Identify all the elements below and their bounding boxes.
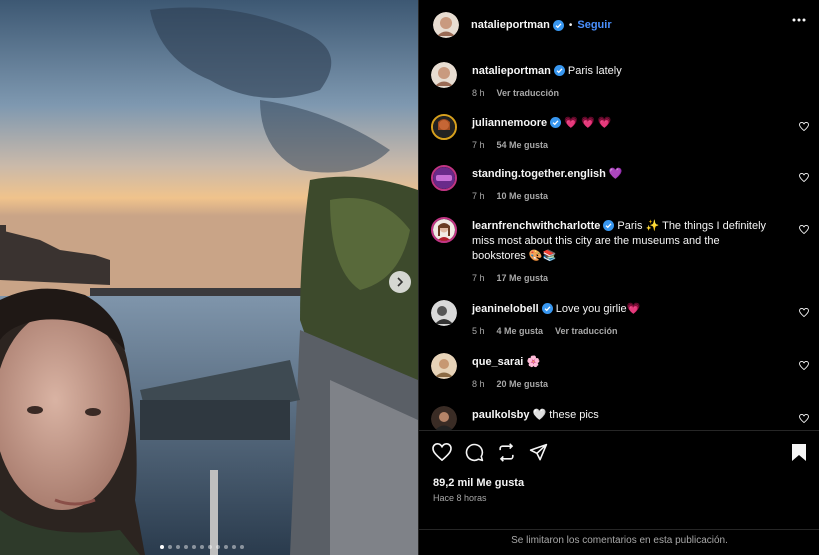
follow-button[interactable]: Seguir <box>577 19 611 31</box>
comment-meta: 7 h 54 Me gusta <box>472 138 772 153</box>
comment-username[interactable]: standing.together.english <box>472 168 606 180</box>
chevron-right-icon <box>397 277 404 287</box>
more-options-icon[interactable] <box>792 18 806 22</box>
comment-time: 5 h <box>472 326 485 336</box>
author-avatar[interactable] <box>433 12 459 38</box>
commenter-avatar[interactable] <box>431 114 457 140</box>
carousel-dot <box>240 545 244 549</box>
comment-username[interactable]: jeaninelobell <box>472 303 539 315</box>
comment-time: 7 h <box>472 191 485 201</box>
carousel-dots <box>160 545 244 549</box>
comment-meta: 7 h 10 Me gusta <box>472 189 772 204</box>
carousel-dot <box>192 545 196 549</box>
caption-text: Paris lately <box>567 65 622 77</box>
comment-text: 🌸 <box>526 356 541 368</box>
comment-text: 💜 <box>608 168 623 180</box>
next-slide-button[interactable] <box>389 271 411 293</box>
bookmark-icon[interactable] <box>791 443 807 462</box>
action-icons <box>432 443 548 462</box>
heart-icon[interactable] <box>799 414 809 423</box>
verified-badge-icon <box>603 220 615 231</box>
carousel-dot <box>232 545 236 549</box>
carousel-dot <box>168 545 172 549</box>
comment-meta: 8 h 20 Me gusta <box>472 377 772 392</box>
post-header: natalieportman • Seguir <box>419 0 819 50</box>
paris-seine-photo <box>0 0 418 555</box>
heart-icon[interactable] <box>799 361 809 370</box>
commenter-avatar[interactable] <box>431 217 457 243</box>
carousel-dot <box>224 545 228 549</box>
post-actions: 89,2 mil Me gusta Hace 8 horas Se limita… <box>419 430 819 555</box>
comment-likes[interactable]: 10 Me gusta <box>497 189 549 204</box>
caption-meta: 8 h Ver traducción <box>472 86 772 101</box>
verified-badge-icon <box>553 65 565 76</box>
caption-avatar[interactable] <box>431 62 457 88</box>
like-count[interactable]: 89,2 mil Me gusta <box>433 477 524 489</box>
heart-icon[interactable] <box>799 173 809 182</box>
carousel-dot <box>200 545 204 549</box>
comment-time: 7 h <box>472 140 485 150</box>
comment-meta: 5 h 4 Me gusta Ver traducción <box>472 324 772 339</box>
header-separator: • <box>568 19 573 31</box>
translate-link[interactable]: Ver traducción <box>497 86 560 101</box>
carousel-dot <box>160 545 164 549</box>
caption-username[interactable]: natalieportman <box>472 65 551 77</box>
comment-icon[interactable] <box>465 443 484 462</box>
carousel-dot <box>216 545 220 549</box>
verified-badge-icon <box>552 19 564 31</box>
heart-icon[interactable] <box>799 225 809 234</box>
comment-likes[interactable]: 20 Me gusta <box>497 377 549 392</box>
post-photo[interactable] <box>0 0 418 555</box>
commenter-avatar[interactable] <box>431 406 457 430</box>
verified-badge-icon <box>550 117 562 128</box>
heart-icon[interactable] <box>432 443 452 461</box>
share-icon[interactable] <box>529 443 548 462</box>
comment-text: 💗 💗 💗 <box>564 117 612 129</box>
comment-username[interactable]: juliannemoore <box>472 117 547 129</box>
repost-icon[interactable] <box>497 443 516 462</box>
carousel-dot <box>208 545 212 549</box>
caption-time: 8 h <box>472 88 485 98</box>
comment-username[interactable]: que_sarai <box>472 356 523 368</box>
heart-icon[interactable] <box>799 122 809 131</box>
carousel-dot <box>176 545 180 549</box>
comment-text: Love you girlie💗 <box>555 303 641 315</box>
comment-time: 7 h <box>472 273 485 283</box>
comment-username[interactable]: learnfrenchwithcharlotte <box>472 220 600 232</box>
comments-limited-notice: Se limitaron los comentarios en esta pub… <box>419 529 819 555</box>
comments-list[interactable]: natalieportman Paris lately 8 h Ver trad… <box>419 50 819 430</box>
carousel-dot <box>184 545 188 549</box>
comment-likes[interactable]: 4 Me gusta <box>497 324 544 339</box>
heart-icon[interactable] <box>799 308 809 317</box>
post-time: Hace 8 horas <box>433 493 487 503</box>
verified-badge-icon <box>541 303 553 314</box>
comment-likes[interactable]: 17 Me gusta <box>497 271 549 286</box>
comment-likes[interactable]: 54 Me gusta <box>497 138 549 153</box>
comment-username[interactable]: paulkolsby <box>472 409 529 421</box>
author-username[interactable]: natalieportman <box>471 19 550 31</box>
translate-link[interactable]: Ver traducción <box>555 324 618 339</box>
commenter-avatar[interactable] <box>431 353 457 379</box>
comment-time: 8 h <box>472 379 485 389</box>
commenter-avatar[interactable] <box>431 300 457 326</box>
comment-text: 🤍 these pics <box>532 409 599 421</box>
comment-meta: 7 h 17 Me gusta <box>472 271 772 286</box>
commenter-avatar[interactable] <box>431 165 457 191</box>
post-side-panel: natalieportman • Seguir natalieportman P… <box>418 0 819 555</box>
